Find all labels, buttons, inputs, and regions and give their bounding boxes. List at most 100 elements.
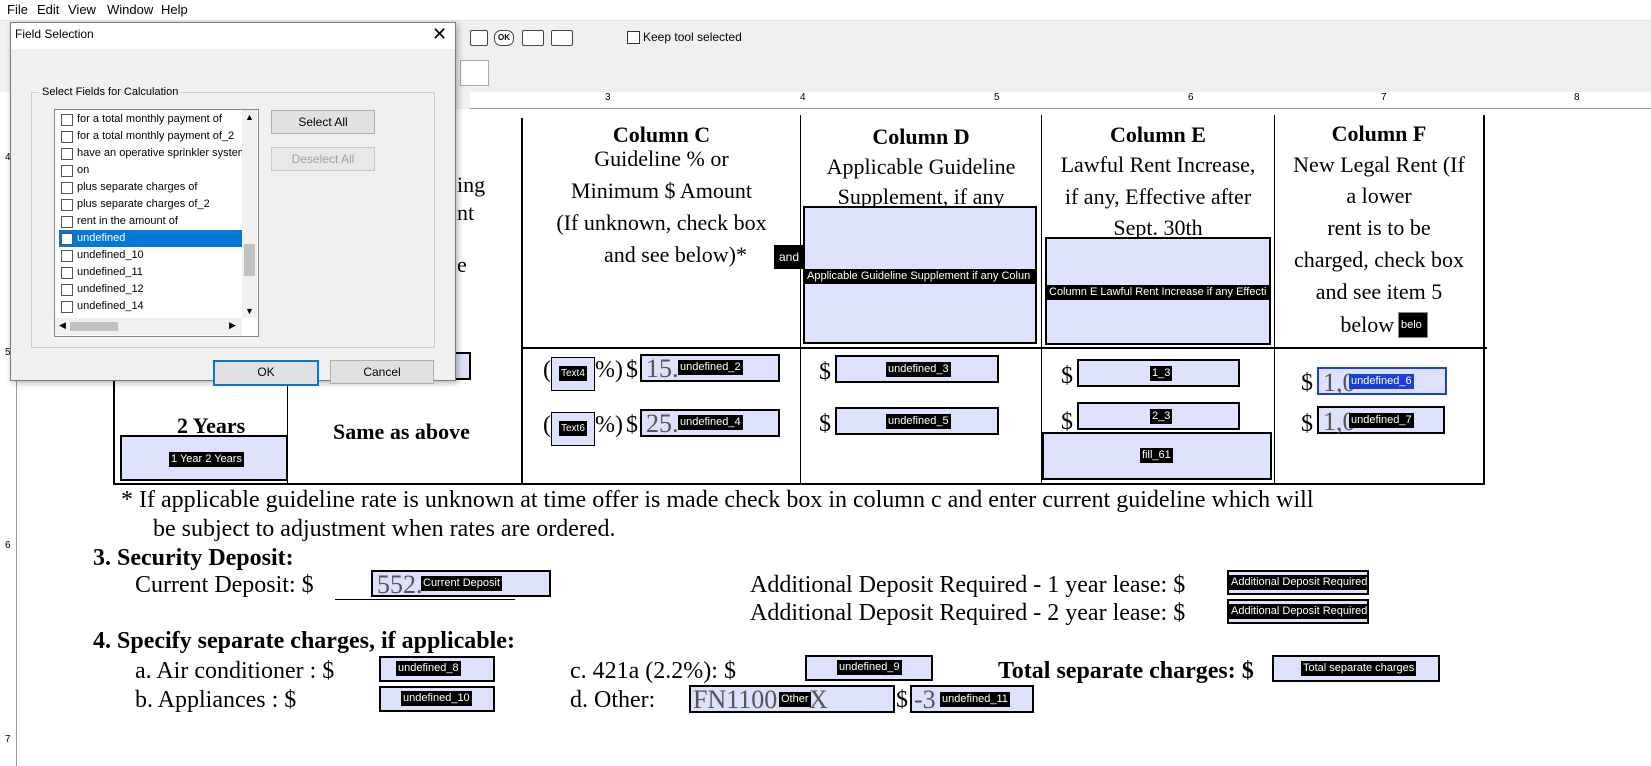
- dollar-sign: $: [1301, 370, 1313, 396]
- field-list[interactable]: for a total monthly payment of for a tot…: [54, 109, 259, 337]
- 421a-field[interactable]: undefined_9: [805, 655, 933, 681]
- vertical-scrollbar[interactable]: ▲ ▼: [242, 110, 257, 318]
- one-year-two-years-field[interactable]: 1 Year 2 Years: [120, 435, 288, 481]
- other-amount-field[interactable]: -3 undefined_11: [910, 685, 1034, 714]
- deselect-all-button[interactable]: Deselect All: [271, 147, 375, 171]
- field-name-label: undefined_4: [678, 415, 743, 430]
- ruler-mark: 4: [800, 92, 806, 103]
- separate-charges-heading: 4. Specify separate charges, if applicab…: [93, 628, 515, 654]
- ruler-mark: 7: [5, 734, 11, 745]
- column-c-row1-field[interactable]: 15. undefined_2: [640, 354, 780, 383]
- column-e-rent-increase-field[interactable]: Column E Lawful Rent Increase if any Eff…: [1045, 237, 1271, 345]
- ok-button-tool-icon[interactable]: OK: [494, 30, 514, 46]
- menu-edit[interactable]: Edit: [37, 2, 59, 17]
- 421a-label: c. 421a (2.2%): $: [570, 658, 736, 684]
- guideline-note: * If applicable guideline rate is unknow…: [121, 487, 1314, 513]
- horizontal-scrollbar[interactable]: ◀ ▶: [55, 318, 242, 335]
- ruler-mark: 5: [994, 92, 1000, 103]
- close-icon[interactable]: ✕: [432, 24, 447, 45]
- ok-button[interactable]: OK: [213, 360, 319, 386]
- ruler-mark: 8: [1574, 92, 1580, 103]
- column-d-row2-field[interactable]: undefined_5: [835, 407, 999, 435]
- additional-deposit-2-field[interactable]: Additional Deposit Required: [1227, 599, 1369, 624]
- menu-help[interactable]: Help: [161, 2, 188, 17]
- scroll-up-icon[interactable]: ▲: [245, 112, 254, 122]
- field-name-label: Additional Deposit Required: [1229, 575, 1369, 590]
- other-field[interactable]: FN1100 Other X: [689, 685, 895, 714]
- column-e-row2-field[interactable]: 2_3: [1077, 402, 1240, 430]
- column-e-row1-field[interactable]: 1_3: [1077, 359, 1240, 387]
- dollar-sign: $: [1301, 411, 1313, 437]
- text-field-tool-icon[interactable]: [522, 30, 544, 46]
- keep-tool-selected-checkbox[interactable]: [627, 31, 640, 44]
- dialog-title: Field Selection: [15, 27, 94, 41]
- same-as-above-label: Same as above: [333, 419, 470, 444]
- dollar-sign: $: [819, 411, 831, 437]
- field-name-label: Current Deposit: [421, 576, 503, 591]
- list-item[interactable]: undefined_11: [59, 264, 243, 281]
- field-name-label: undefined_5: [886, 414, 951, 429]
- text6-checkbox-field[interactable]: Text6: [551, 412, 595, 446]
- list-item[interactable]: plus separate charges of: [59, 179, 243, 196]
- column-d-supplement-field[interactable]: Applicable Guideline Supplement if any C…: [803, 206, 1037, 344]
- scroll-left-icon[interactable]: ◀: [59, 320, 66, 331]
- list-item[interactable]: undefined_10: [59, 247, 243, 264]
- field-value: 552.: [377, 570, 423, 599]
- dollar-sign: $: [626, 412, 638, 438]
- list-item[interactable]: on: [59, 162, 243, 179]
- horizontal-ruler: 3 4 5 6 7 8: [470, 92, 1651, 109]
- cancel-button[interactable]: Cancel: [330, 360, 434, 384]
- list-box-tool-icon[interactable]: [470, 30, 488, 46]
- column-e-fill61-field[interactable]: fill_61: [1042, 432, 1272, 480]
- scroll-down-icon[interactable]: ▼: [245, 306, 254, 316]
- field-name-label: undefined_3: [886, 362, 951, 377]
- list-item[interactable]: have an operative sprinkler system: [59, 145, 243, 162]
- appliances-field[interactable]: undefined_10: [379, 686, 495, 712]
- air-conditioner-field[interactable]: undefined_8: [379, 656, 495, 682]
- additional-deposit-1-field[interactable]: Additional Deposit Required: [1227, 570, 1369, 595]
- scroll-right-icon[interactable]: ▶: [229, 320, 236, 331]
- field-name-label: undefined_8: [396, 661, 461, 676]
- total-separate-charges-label: Total separate charges: $: [998, 658, 1254, 684]
- list-item[interactable]: plus separate charges of_2: [59, 196, 243, 213]
- menu-view[interactable]: View: [68, 2, 96, 17]
- menu-window[interactable]: Window: [107, 2, 153, 17]
- menu-file[interactable]: File: [7, 2, 28, 17]
- field-name-label: fill_61: [1140, 448, 1173, 463]
- list-item[interactable]: rent in the amount of: [59, 213, 243, 230]
- menu-bar: File Edit View Window Help: [0, 0, 1651, 21]
- current-deposit-label: Current Deposit: $: [135, 572, 314, 598]
- list-item[interactable]: undefined_14: [59, 298, 243, 315]
- ruler-mark: 6: [5, 540, 11, 551]
- scrollbar-thumb[interactable]: [70, 322, 118, 331]
- column-f-checkbox-field[interactable]: belo: [1398, 312, 1428, 338]
- scrollbar-thumb[interactable]: [244, 244, 255, 276]
- column-c-text: Guideline % or: [594, 146, 729, 171]
- column-f-row1-field-selected[interactable]: 1,0 undefined_6: [1317, 367, 1447, 397]
- field-name-label: Other: [779, 692, 811, 707]
- select-all-button[interactable]: Select All: [271, 110, 375, 134]
- column-f-title: Column F: [1331, 121, 1427, 146]
- additional-deposit-1-label: Additional Deposit Required - 1 year lea…: [750, 572, 1186, 598]
- ruler-mark: 7: [1381, 92, 1387, 103]
- column-c-checkbox-field[interactable]: and: [774, 245, 805, 269]
- current-deposit-field[interactable]: 552. Current Deposit: [371, 570, 551, 599]
- zoom-input[interactable]: [460, 60, 489, 86]
- column-d-row1-field[interactable]: undefined_3: [835, 355, 999, 383]
- column-f-text: and see item 5: [1315, 279, 1443, 304]
- barcode-tool-icon[interactable]: [551, 30, 573, 46]
- column-f-text: New Legal Rent (If: [1293, 152, 1465, 177]
- underline: [335, 599, 515, 600]
- list-item[interactable]: for a total monthly payment of_2: [59, 128, 243, 145]
- list-item[interactable]: undefined_12: [59, 281, 243, 298]
- dollar-sign: $: [896, 687, 908, 713]
- column-c-row2-field[interactable]: 25. undefined_4: [640, 409, 780, 438]
- column-f-row2-field[interactable]: 1,0 undefined_7: [1317, 406, 1445, 436]
- field-value: -3: [914, 685, 936, 714]
- list-item-selected[interactable]: undefined: [59, 230, 243, 247]
- list-item[interactable]: for a total monthly payment of: [59, 111, 243, 128]
- column-f-text: charged, check box: [1293, 247, 1465, 272]
- total-separate-charges-field[interactable]: Total separate charges: [1272, 655, 1440, 682]
- field-name-label: Column E Lawful Rent Increase if any Eff…: [1047, 285, 1271, 300]
- text4-checkbox-field[interactable]: Text4: [551, 357, 595, 391]
